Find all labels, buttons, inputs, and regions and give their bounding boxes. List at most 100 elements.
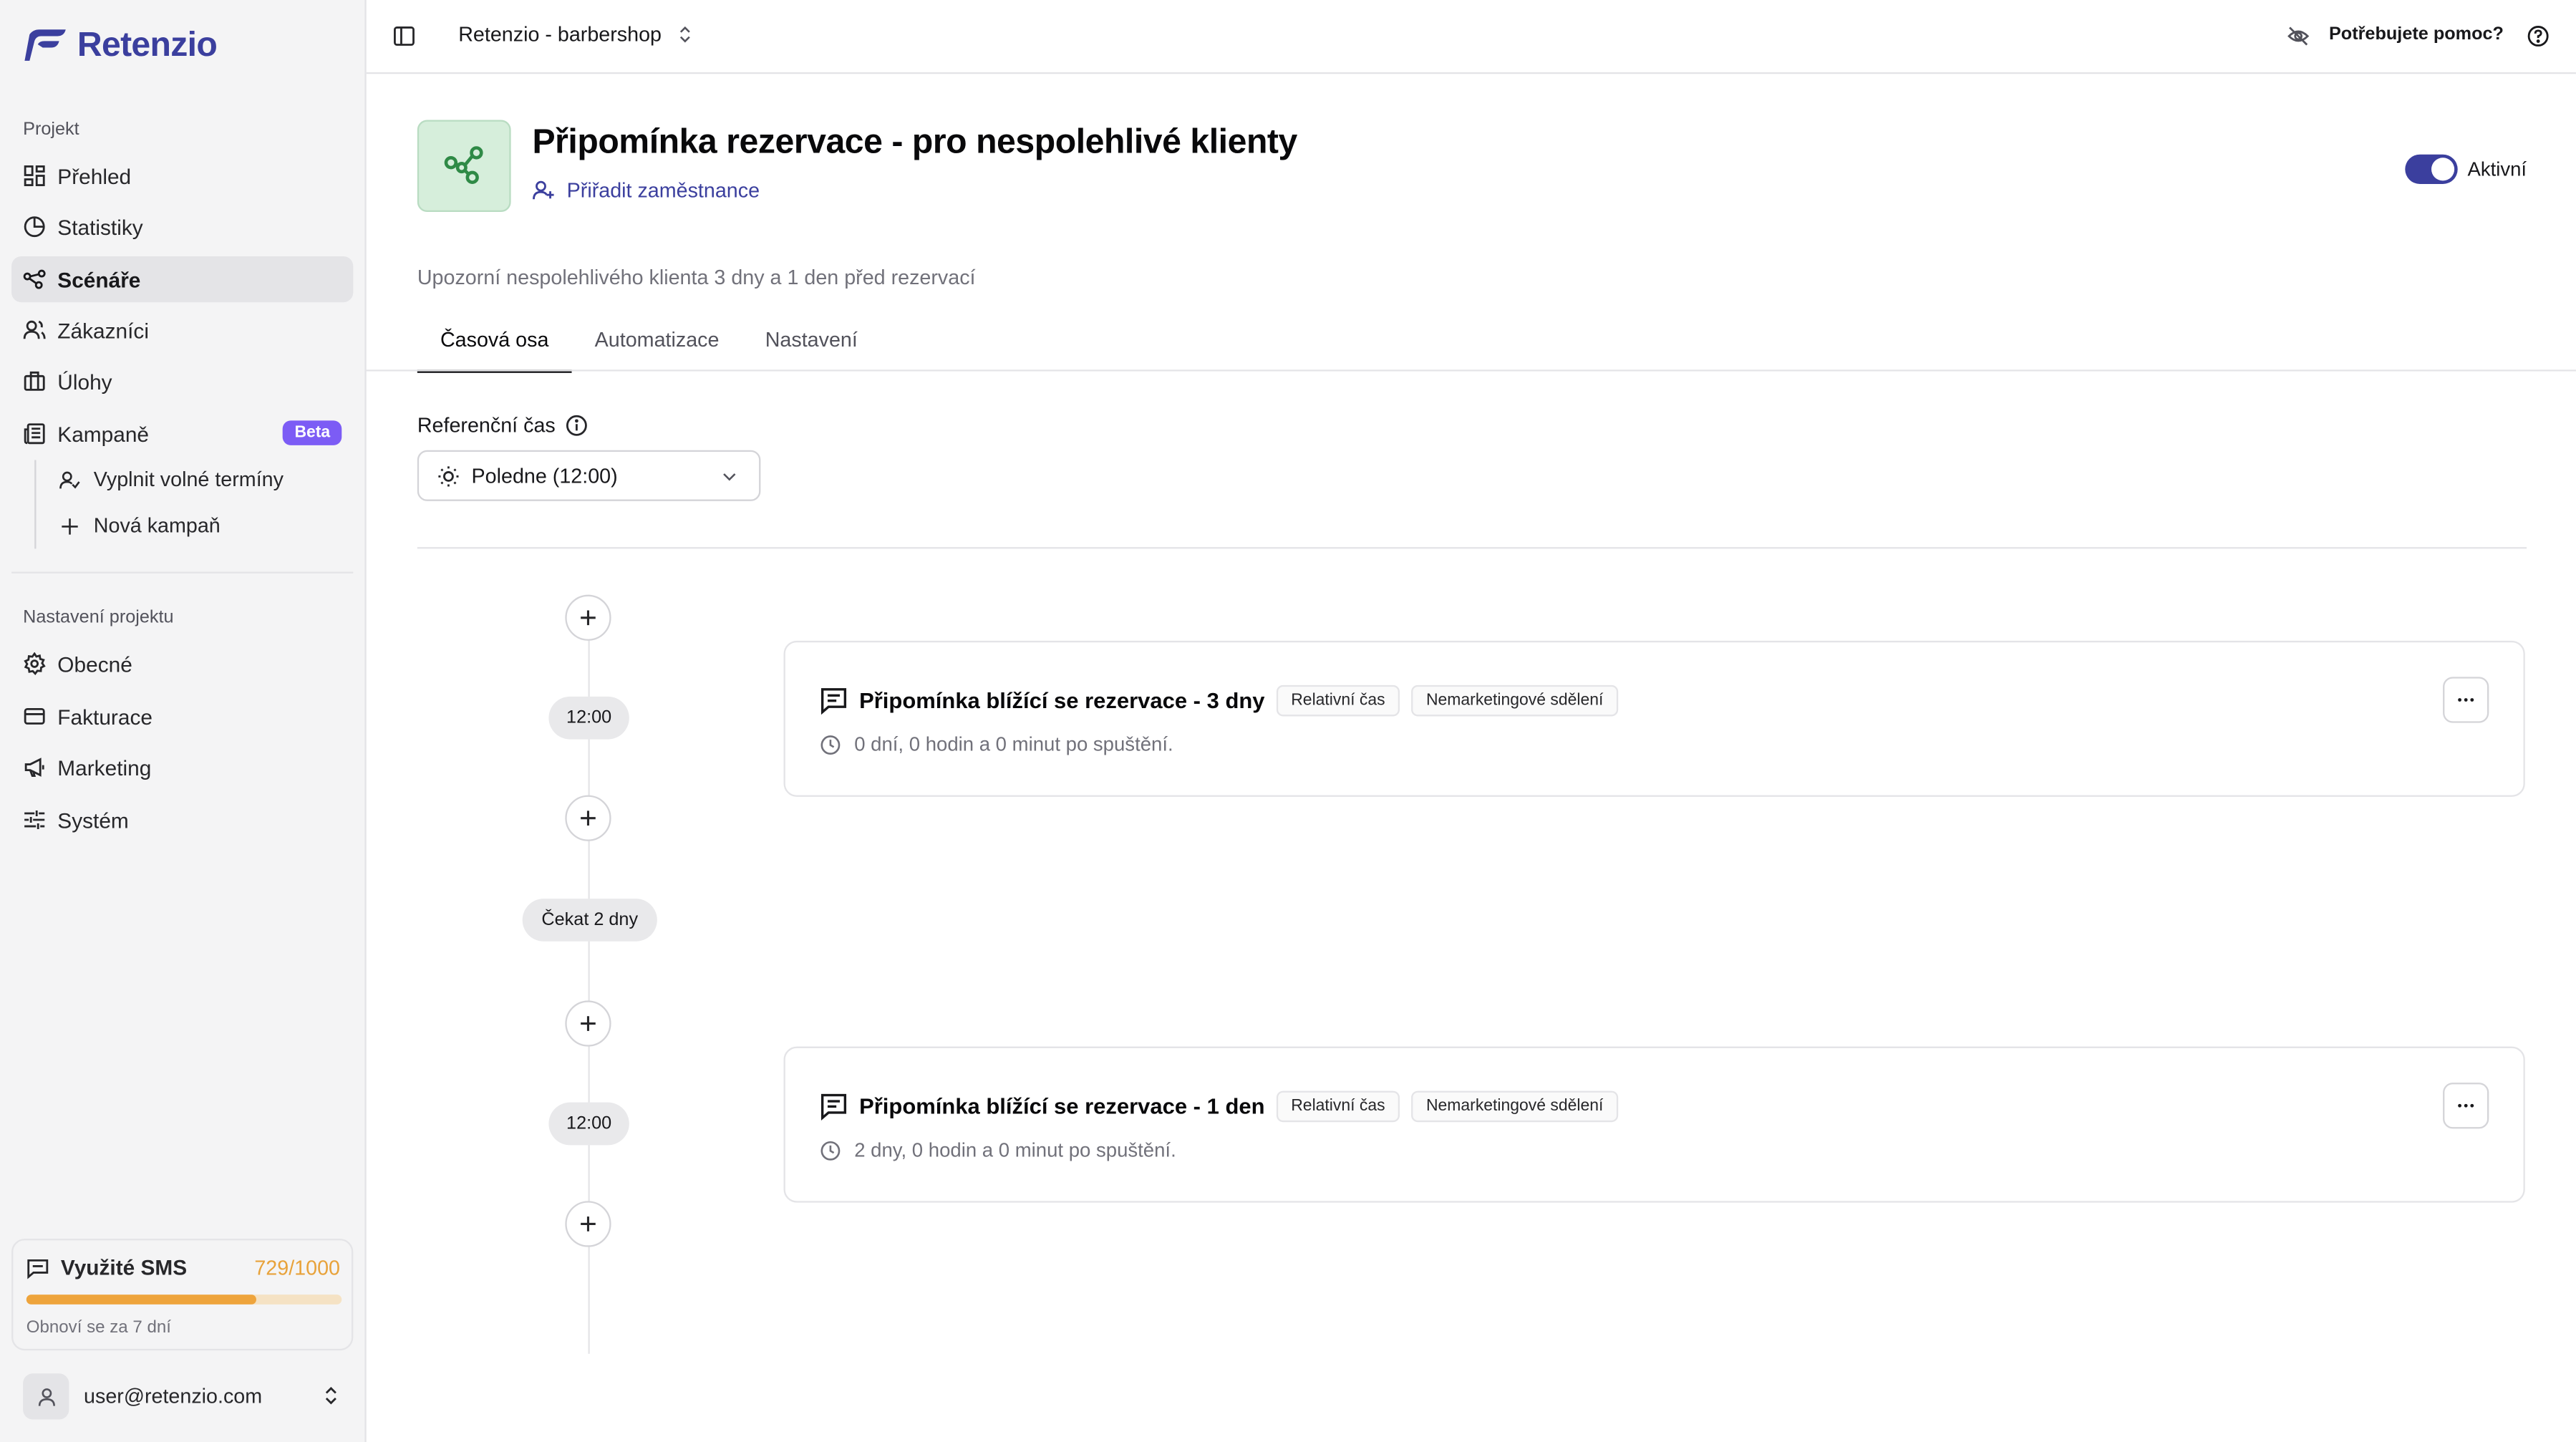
chevrons-up-down-icon xyxy=(325,1387,336,1405)
sidebar-toggle-icon[interactable] xyxy=(392,24,415,47)
user-plus-icon xyxy=(533,180,554,200)
sidebar-item-scenare[interactable]: Scénáře xyxy=(11,256,354,303)
eye-off-icon[interactable] xyxy=(2287,24,2310,47)
tabs: Časová osa Automatizace Nastavení xyxy=(417,320,881,373)
sms-title: Využité SMS xyxy=(26,1255,187,1279)
sun-icon xyxy=(438,465,459,486)
topbar: Retenzio - barbershop Potřebujete pomoc? xyxy=(366,0,2576,74)
sidebar-item-prehled[interactable]: Přehled xyxy=(11,153,353,198)
message-square-text-icon xyxy=(820,688,847,715)
sidebar-item-obecne[interactable]: Obecné xyxy=(11,641,353,687)
main-content: Retenzio - barbershop Potřebujete pomoc?… xyxy=(366,0,2576,1442)
tab-automatizace[interactable]: Automatizace xyxy=(572,320,742,372)
sidebar-subitem-nova-kampan[interactable]: Nová kampaň xyxy=(48,504,344,547)
beta-badge: Beta xyxy=(283,420,342,445)
sidebar-item-system[interactable]: Systém xyxy=(11,797,353,843)
section-label-project: Projekt xyxy=(23,120,79,140)
step-delay: 0 dní, 0 hodin a 0 minut po spuštění. xyxy=(820,732,1173,756)
message-square-icon xyxy=(27,1258,49,1279)
sidebar-divider xyxy=(11,571,354,574)
briefcase-icon xyxy=(24,371,45,391)
add-step-button[interactable] xyxy=(565,1201,611,1247)
credit-card-icon xyxy=(24,708,45,725)
step-title: Připomínka blížící se rezervace - 1 den xyxy=(859,1094,1265,1119)
reference-time-label: Referenční čas xyxy=(417,414,589,437)
user-email: user@retenzio.com xyxy=(84,1385,263,1408)
grid-icon xyxy=(24,165,45,186)
scenario-icon-tile xyxy=(417,120,511,213)
sidebar-item-statistiky[interactable]: Statistiky xyxy=(11,204,353,250)
active-switch[interactable] xyxy=(2405,154,2458,184)
sms-usage-card: Využité SMS 729/1000 Obnoví se za 7 dní xyxy=(11,1239,354,1351)
user-menu[interactable]: user@retenzio.com xyxy=(23,1373,345,1420)
pie-chart-icon xyxy=(24,216,45,238)
sliders-icon xyxy=(24,810,45,830)
tabs-divider xyxy=(366,369,2576,372)
tag-non-marketing: Nemarketingové sdělení xyxy=(1411,684,1619,717)
clock-icon xyxy=(820,1140,841,1160)
chevrons-up-down-icon xyxy=(679,26,690,43)
sms-count: 729/1000 xyxy=(254,1257,340,1280)
tab-nastaveni[interactable]: Nastavení xyxy=(742,320,881,372)
step-more-button[interactable] xyxy=(2443,1083,2489,1129)
message-square-text-icon xyxy=(820,1093,847,1121)
assign-employee-label: Přiřadit zaměstnance xyxy=(566,179,760,203)
tag-relative-time: Relativní čas xyxy=(1276,1090,1400,1123)
add-step-button[interactable] xyxy=(565,1000,611,1047)
sidebar-subitem-vyplnit-terminy[interactable]: Vyplnit volné termíny xyxy=(48,458,344,501)
add-step-button[interactable] xyxy=(565,795,611,841)
sms-progress-fill xyxy=(26,1295,256,1305)
section-label-settings: Nastavení projektu xyxy=(23,608,174,628)
page-title: Připomínka rezervace - pro nespolehlivé … xyxy=(532,123,1297,161)
info-icon[interactable] xyxy=(566,414,589,437)
newspaper-icon xyxy=(24,423,45,445)
plus-icon xyxy=(62,518,78,534)
user-check-icon xyxy=(59,470,80,488)
help-link[interactable]: Potřebujete pomoc? xyxy=(2329,24,2504,44)
sidebar-subitem-label: Vyplnit volné termíny xyxy=(93,468,284,492)
submenu-line xyxy=(34,460,37,549)
sms-progress-bar xyxy=(26,1295,342,1305)
plus-icon xyxy=(581,1216,596,1231)
sidebar-item-label: Úlohy xyxy=(57,369,112,394)
sidebar-item-label: Systém xyxy=(57,807,129,833)
time-pill[interactable]: 12:00 xyxy=(548,696,629,740)
sidebar-item-fakturace[interactable]: Fakturace xyxy=(11,693,353,739)
sidebar-item-ulohy[interactable]: Úlohy xyxy=(11,358,353,404)
brand-logo[interactable]: Retenzio xyxy=(23,26,218,66)
active-toggle[interactable]: Aktivní xyxy=(2405,154,2527,184)
sidebar-item-label: Statistiky xyxy=(57,214,143,239)
sidebar-item-label: Fakturace xyxy=(57,704,152,729)
sidebar-item-kampane[interactable]: Kampaně Beta xyxy=(11,411,353,457)
gear-icon xyxy=(24,652,46,676)
time-pill[interactable]: 12:00 xyxy=(548,1102,629,1146)
step-card[interactable]: Připomínka blížící se rezervace - 1 den … xyxy=(783,1046,2525,1203)
project-switcher[interactable]: Retenzio - barbershop xyxy=(458,23,694,46)
users-icon xyxy=(23,320,46,339)
reference-time-select[interactable]: Poledne (12:00) xyxy=(417,450,761,501)
step-more-button[interactable] xyxy=(2443,677,2489,723)
clock-icon xyxy=(820,735,841,754)
megaphone-icon xyxy=(24,758,44,778)
step-card[interactable]: Připomínka blížící se rezervace - 3 dny … xyxy=(783,640,2525,797)
reference-time-value: Poledne (12:00) xyxy=(471,464,618,488)
wait-pill[interactable]: Čekat 2 dny xyxy=(522,899,657,942)
assign-employee-button[interactable]: Přiřadit zaměstnance xyxy=(532,179,760,202)
sidebar-item-label: Kampaně xyxy=(57,421,150,446)
sidebar-item-label: Přehled xyxy=(57,163,132,188)
scenario-description: Upozorní nespolehlivého klienta 3 dny a … xyxy=(417,266,976,289)
active-label: Aktivní xyxy=(2467,158,2527,181)
help-circle-icon[interactable] xyxy=(2527,24,2550,47)
plus-icon xyxy=(581,610,596,626)
workflow-icon xyxy=(443,146,483,184)
project-name: Retenzio - barbershop xyxy=(458,23,662,47)
add-step-button[interactable] xyxy=(565,594,611,641)
avatar xyxy=(23,1373,69,1420)
tag-relative-time: Relativní čas xyxy=(1276,684,1400,717)
step-header: Připomínka blížící se rezervace - 1 den … xyxy=(820,1090,1619,1123)
tab-casova-osa[interactable]: Časová osa xyxy=(417,320,572,373)
sidebar-item-zakaznici[interactable]: Zákazníci xyxy=(11,307,353,353)
sidebar-item-marketing[interactable]: Marketing xyxy=(11,744,353,790)
sidebar-item-label: Scénáře xyxy=(57,266,141,292)
more-horizontal-icon xyxy=(2458,1103,2474,1108)
